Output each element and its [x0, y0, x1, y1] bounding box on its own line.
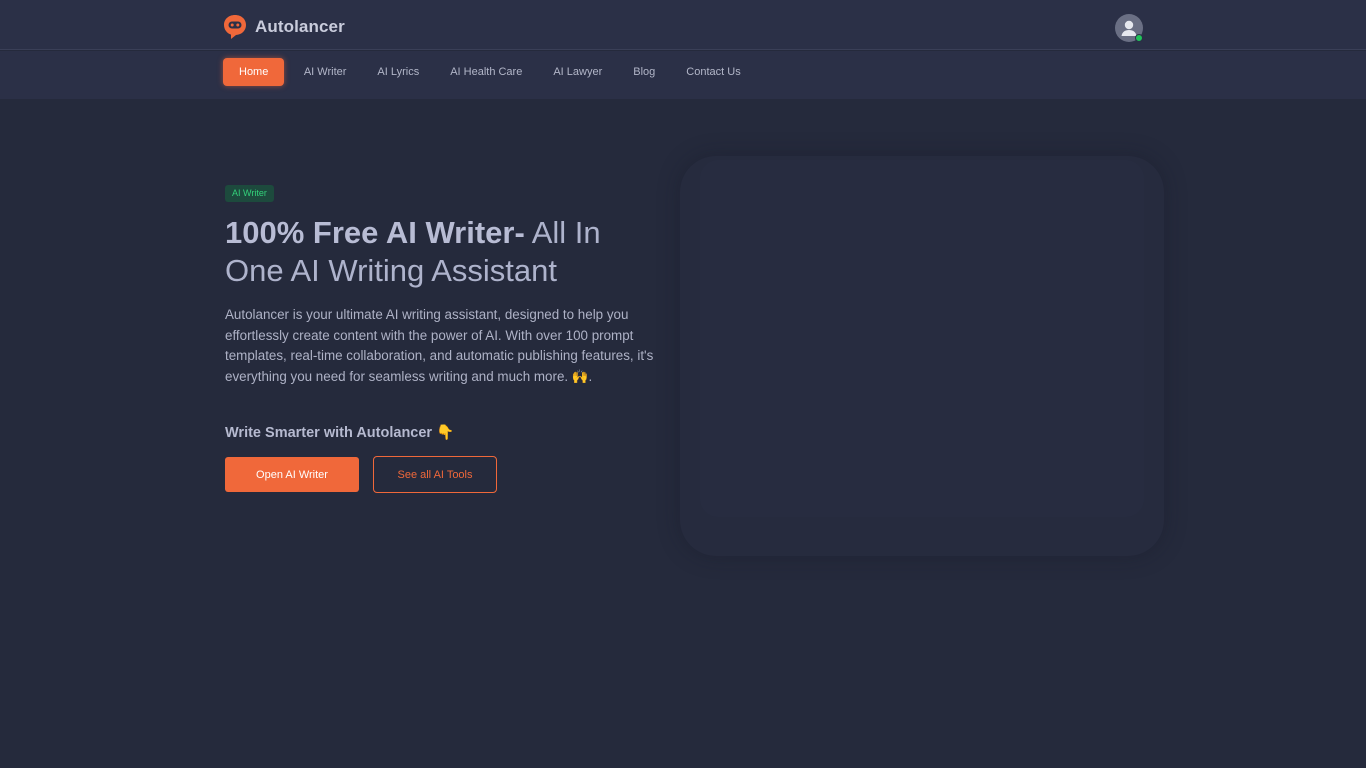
hero-subheading: Write Smarter with Autolancer 👇	[225, 425, 455, 441]
nav-item-ai-writer[interactable]: AI Writer	[288, 58, 362, 86]
nav-item-contact-us[interactable]: Contact Us	[671, 58, 756, 86]
hero-title-strong: 100% Free AI Writer-	[225, 215, 525, 250]
robot-chat-logo-icon	[224, 15, 246, 39]
nav-item-blog[interactable]: Blog	[618, 58, 671, 86]
hero-media-frame	[680, 156, 1164, 556]
brand-name: Autolancer	[255, 17, 345, 36]
nav-item-ai-lyrics[interactable]: AI Lyrics	[362, 58, 435, 86]
brand[interactable]: Autolancer	[223, 14, 345, 40]
nav-list: Home AI Writer AI Lyrics AI Health Care …	[223, 58, 756, 86]
nav-item-ai-health-care[interactable]: AI Health Care	[435, 58, 538, 86]
nav-item-ai-lawyer[interactable]: AI Lawyer	[538, 58, 618, 86]
top-header: Autolancer	[0, 0, 1366, 50]
hero-media-placeholder	[700, 160, 1144, 517]
open-ai-writer-button[interactable]: Open AI Writer	[225, 457, 359, 492]
see-all-ai-tools-button[interactable]: See all AI Tools	[373, 456, 497, 493]
hero-badge: AI Writer	[225, 185, 274, 202]
hero-title: 100% Free AI Writer- All In One AI Writi…	[225, 214, 665, 290]
online-status-dot	[1135, 34, 1143, 42]
hero-description: Autolancer is your ultimate AI writing a…	[225, 307, 654, 384]
nav-item-home[interactable]: Home	[223, 58, 285, 86]
main-nav: Home AI Writer AI Lyrics AI Health Care …	[0, 51, 1366, 99]
